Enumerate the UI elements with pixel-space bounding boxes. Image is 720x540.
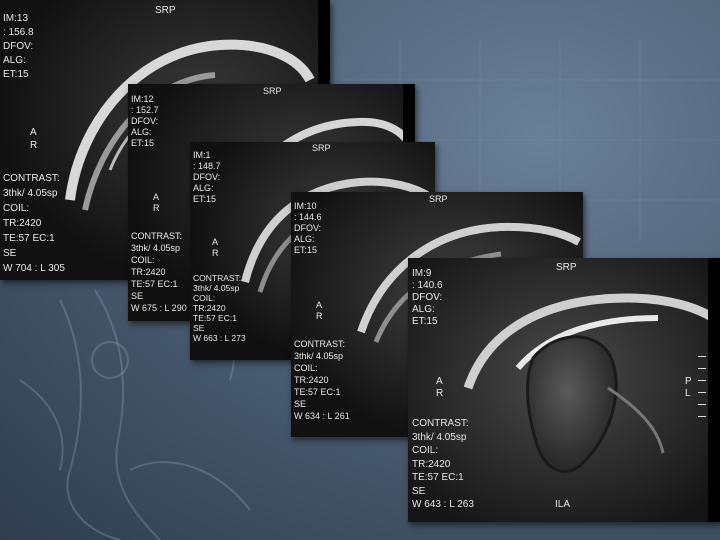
se-label: SE	[412, 485, 426, 497]
im-label: IM:10	[294, 201, 317, 211]
srp-label: SRP	[263, 86, 282, 96]
im-label: IM:13	[3, 13, 29, 24]
coil-label: COIL:	[294, 363, 318, 373]
overlay-footer: CONTRAST: 3thk/ 4.05sp COIL: TR:2420 TE:…	[131, 230, 187, 314]
orient-r: R	[30, 140, 38, 151]
orient-a: A	[212, 237, 219, 247]
overlay-header: IM:1 : 148.7 DFOV: ALG: ET:15	[193, 150, 221, 205]
overlay-footer: CONTRAST: 3thk/ 4.05sp COIL: TR:2420 TE:…	[294, 338, 350, 422]
orientation-labels: A R	[436, 376, 443, 400]
coil-label: COIL:	[131, 255, 155, 265]
se-label: SE	[3, 248, 17, 259]
tr-label: TR:2420	[3, 218, 42, 229]
coil-label: COIL:	[412, 445, 439, 456]
overlay-header: IM:9 : 140.6 DFOV: ALG: ET:15	[412, 268, 443, 328]
orientation-labels: A R	[153, 192, 160, 214]
te-label: TE:57 EC:1	[412, 472, 464, 483]
se-label: SE	[193, 323, 205, 333]
orient-l: L	[685, 388, 691, 399]
se-label: SE	[131, 291, 144, 301]
tr-label: TR:2420	[131, 267, 166, 277]
contrast-label: CONTRAST:	[193, 273, 242, 283]
position-label: : 140.6	[412, 280, 443, 291]
coil-label: COIL:	[3, 203, 30, 214]
te-label: TE:57 EC:1	[294, 387, 341, 397]
position-label: : 152.7	[131, 105, 159, 115]
overlay-footer: CONTRAST: 3thk/ 4.05sp COIL: TR:2420 TE:…	[412, 417, 474, 512]
alg-label: ALG:	[3, 55, 26, 66]
position-label: : 156.8	[3, 27, 34, 38]
se-label: SE	[294, 399, 307, 409]
window-level-label: W 643 : L 263	[412, 499, 474, 510]
im-label: IM:12	[131, 94, 154, 104]
orientation-labels: A R	[212, 237, 219, 259]
et-label: ET:15	[294, 245, 318, 255]
alg-label: ALG:	[294, 234, 315, 244]
tr-label: TR:2420	[193, 303, 226, 313]
mri-slice-im9[interactable]: IM:9 : 140.6 DFOV: ALG: ET:15 SRP A R P …	[408, 258, 720, 522]
thickness-label: 3thk/ 4.05sp	[3, 188, 58, 199]
position-label: : 148.7	[193, 161, 221, 171]
im-label: IM:1	[193, 150, 211, 160]
orientation-labels: A R	[30, 126, 37, 152]
orient-a: A	[153, 192, 160, 202]
window-level-label: W 675 : L 290	[131, 303, 187, 313]
srp-label: SRP	[556, 262, 577, 273]
et-label: ET:15	[193, 194, 217, 204]
te-label: TE:57 EC:1	[193, 313, 237, 323]
tr-label: TR:2420	[294, 375, 329, 385]
dfov-label: DFOV:	[131, 116, 159, 126]
orient-a: A	[316, 300, 323, 310]
tr-label: TR:2420	[412, 458, 451, 470]
overlay-header: IM:12 : 152.7 DFOV: ALG: ET:15	[131, 94, 159, 149]
overlay-footer: CONTRAST: 3thk/ 4.05sp COIL: TR:2420 TE:…	[3, 171, 65, 276]
contrast-label: CONTRAST:	[294, 339, 346, 349]
te-label: TE:57 EC:1	[3, 233, 55, 244]
srp-label: SRP	[155, 5, 176, 16]
coil-label: COIL:	[193, 293, 216, 303]
contrast-label: CONTRAST:	[412, 418, 469, 429]
orient-p: P	[685, 376, 692, 387]
alg-label: ALG:	[193, 183, 214, 193]
orient-r: R	[436, 388, 444, 399]
te-label: TE:57 EC:1	[131, 279, 178, 289]
overlay-header: IM:13 : 156.8 DFOV: ALG: ET:15	[3, 12, 34, 82]
window-level-label: W 663 : L 273	[193, 333, 246, 343]
orient-r: R	[212, 248, 219, 258]
dfov-label: DFOV:	[294, 223, 322, 233]
alg-label: ALG:	[131, 127, 152, 137]
alg-label: ALG:	[412, 304, 435, 315]
thickness-label: 3thk/ 4.05sp	[193, 283, 240, 293]
orient-r: R	[153, 203, 160, 213]
orient-a: A	[30, 127, 37, 138]
thickness-label: 3thk/ 4.05sp	[131, 243, 181, 253]
orientation-labels-right: P L	[685, 376, 692, 400]
thickness-label: 3thk/ 4.05sp	[412, 431, 467, 443]
dfov-label: DFOV:	[3, 41, 34, 52]
et-label: ET:15	[412, 316, 438, 327]
srp-label: SRP	[312, 143, 331, 153]
orient-a: A	[436, 376, 443, 387]
overlay-footer: CONTRAST: 3thk/ 4.05sp COIL: TR:2420 TE:…	[193, 273, 246, 343]
position-label: : 144.6	[294, 212, 322, 222]
dfov-label: DFOV:	[193, 172, 221, 182]
window-level-label: W 634 : L 261	[294, 411, 350, 421]
orientation-labels: A R	[316, 300, 323, 322]
contrast-label: CONTRAST:	[3, 173, 60, 184]
et-label: ET:15	[3, 69, 29, 80]
overlay-header: IM:10 : 144.6 DFOV: ALG: ET:15	[294, 201, 322, 256]
contrast-label: CONTRAST:	[131, 231, 183, 241]
dfov-label: DFOV:	[412, 292, 443, 303]
et-label: ET:15	[131, 138, 155, 148]
ila-label: ILA	[555, 499, 571, 510]
im-label: IM:9	[412, 268, 432, 279]
srp-label: SRP	[429, 194, 448, 204]
thickness-label: 3thk/ 4.05sp	[294, 351, 344, 361]
window-level-label: W 704 : L 305	[3, 263, 65, 274]
orient-r: R	[316, 311, 323, 321]
